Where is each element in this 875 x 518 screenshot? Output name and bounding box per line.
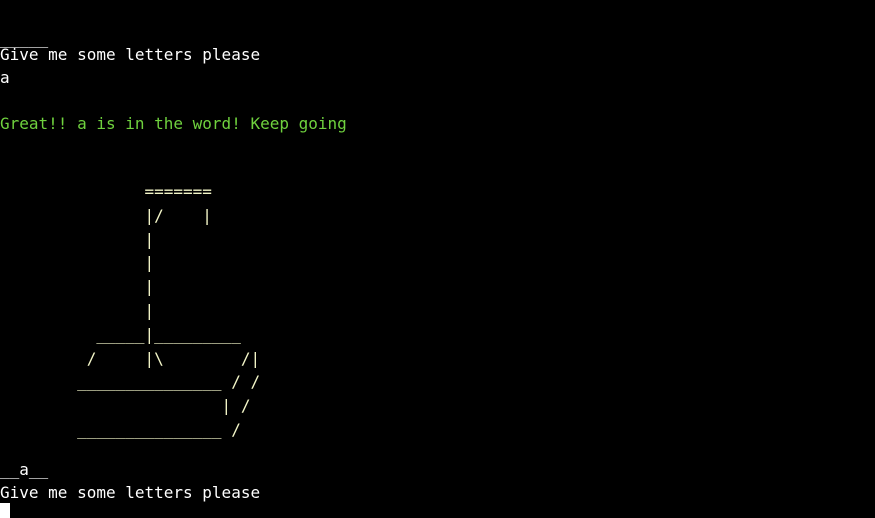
guess-feedback-message: Great!! a is in the word! Keep going	[0, 114, 347, 133]
guess-input-echo: a	[0, 68, 10, 87]
terminal-window[interactable]: _____ Give me some letters please a Grea…	[0, 0, 875, 518]
letter-prompt: Give me some letters please	[0, 45, 261, 64]
letter-prompt-repeat: Give me some letters please	[0, 483, 261, 502]
text-cursor[interactable]	[0, 503, 10, 518]
hangman-gallows-art: ======= |/ | | | | | _____|_________ / |…	[77, 182, 261, 439]
word-progress: __a__	[0, 460, 49, 479]
